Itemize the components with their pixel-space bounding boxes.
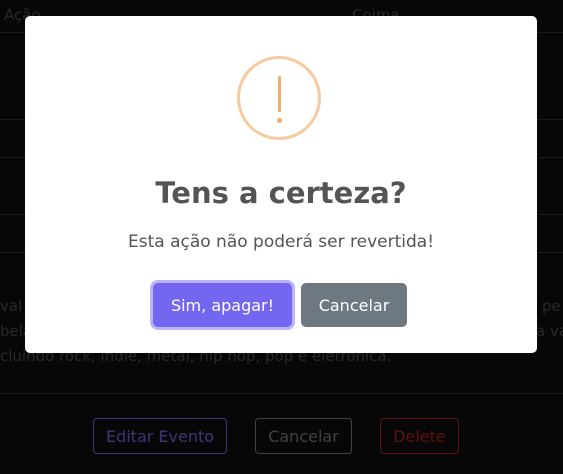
dialog-message: Esta ação não poderá ser revertida! bbox=[127, 232, 435, 252]
confirm-delete-button[interactable]: Sim, apagar! bbox=[153, 283, 292, 327]
confirm-dialog: Tens a certeza? Esta ação não poderá ser… bbox=[25, 16, 537, 353]
dialog-title: Tens a certeza? bbox=[155, 176, 407, 210]
dialog-cancel-button[interactable]: Cancelar bbox=[301, 283, 407, 327]
exclamation-mark bbox=[277, 76, 281, 112]
exclamation-dot bbox=[276, 118, 282, 123]
exclamation-icon bbox=[237, 56, 321, 140]
